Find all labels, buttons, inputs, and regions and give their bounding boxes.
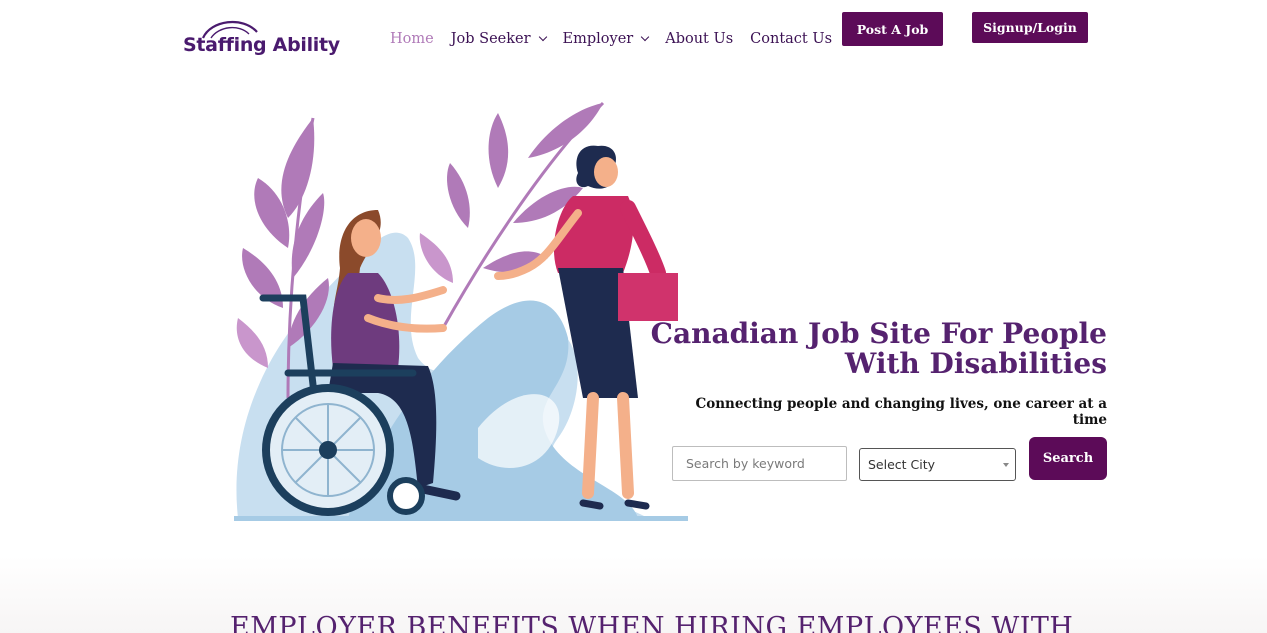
nav-job-seeker[interactable]: Job Seeker [450,31,547,47]
hero-title: Canadian Job Site For People With Disabi… [650,317,1107,380]
hero-subtitle: Connecting people and changing lives, on… [695,396,1107,428]
city-select-value: Select City [868,457,936,472]
nav-home[interactable]: Home [390,31,434,47]
nav-job-seeker-label: Job Seeker [450,31,531,47]
nav-employer[interactable]: Employer [562,31,650,47]
city-select[interactable]: Select City [859,448,1016,481]
hero-illustration [234,101,688,521]
post-job-button[interactable]: Post A Job [842,12,943,46]
section-title: EMPLOYER BENEFITS WHEN HIRING EMPLOYEES … [230,612,1074,633]
search-button[interactable]: Search [1029,437,1107,480]
signup-login-button[interactable]: Signup/Login [972,12,1088,43]
nav-contact-us[interactable]: Contact Us [750,31,832,47]
chevron-down-icon [640,32,650,42]
nav-about-us[interactable]: About Us [665,31,733,47]
main-nav: Home Job Seeker Employer About Us Contac… [390,31,849,47]
logo-text: Staffing Ability [183,34,340,56]
select-caret-icon [1003,463,1009,467]
nav-about-us-label: About Us [665,31,734,47]
nav-contact-us-label: Contact Us [750,31,833,47]
nav-employer-label: Employer [562,31,634,47]
nav-home-label: Home [390,31,434,47]
site-logo[interactable]: Staffing Ability [183,18,340,64]
keyword-search-input[interactable] [672,446,847,481]
chevron-down-icon [538,32,547,42]
